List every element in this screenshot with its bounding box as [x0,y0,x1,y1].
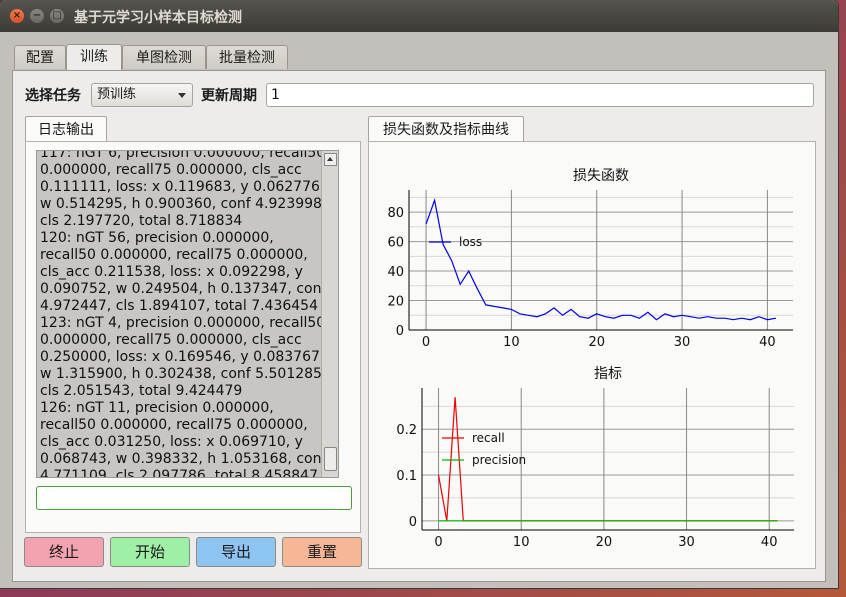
x-tick-label: 40 [759,335,776,350]
x-tick-label: 30 [678,535,695,550]
x-tick-label: 10 [503,335,520,350]
log-textarea[interactable]: 117: nGT 6, precision 0.000000, recall50… [36,150,339,478]
close-icon[interactable]: × [10,9,24,23]
tab-log-output[interactable]: 日志输出 [25,116,107,142]
task-select[interactable]: 预训练 [91,83,193,107]
y-tick-label: 80 [387,206,404,221]
y-tick-label: 60 [387,236,404,251]
task-label: 选择任务 [25,88,81,104]
period-input[interactable]: 1 [266,83,814,107]
scroll-up-icon[interactable] [324,153,337,166]
chart-title-0: 损失函数 [573,168,629,184]
chevron-down-icon [178,93,186,98]
command-input[interactable] [36,486,352,510]
x-tick-label: 20 [596,535,613,550]
x-tick-label: 20 [588,335,605,350]
y-tick-label: 0 [409,515,417,530]
series-line-loss [425,198,777,321]
tab-loss-metric-curves[interactable]: 损失函数及指标曲线 [368,116,524,142]
x-tick-label: 10 [513,535,530,550]
legend-label-loss: loss [459,235,482,249]
y-tick-label: 20 [387,295,404,310]
minimize-icon[interactable]: − [30,9,44,23]
x-tick-label: 40 [761,535,778,550]
tab-config[interactable]: 配置 [14,45,66,69]
log-scrollbar[interactable] [321,151,338,477]
maximize-icon[interactable]: □ [50,9,64,23]
start-button[interactable]: 开始 [110,537,190,567]
charts-canvas: 损失函数 0 10 20 30 40 0 20 40 60 80 loss 指标 0 10 20 30 40 0 0.… [387,168,794,550]
tab-batch-detect[interactable]: 批量检测 [206,45,288,69]
export-button[interactable]: 导出 [196,537,276,567]
y-tick-label: 0.1 [396,469,417,484]
legend-label-precision: precision [472,453,526,467]
y-tick-label: 0 [396,324,404,339]
y-tick-label: 0.2 [396,423,417,438]
main-area: 配置 训练 单图检测 批量检测 选择任务 预训练 更新周期 1 日志输出 117… [0,32,838,588]
reset-button[interactable]: 重置 [282,537,362,567]
title-bar: × − □ 基于元学习小样本目标检测 [0,0,838,32]
scroll-thumb[interactable] [324,447,337,471]
chart-panel: 损失函数 0 10 20 30 40 0 20 40 60 80 loss 指标 0 10 20 30 40 0 0.… [368,141,816,569]
stop-button[interactable]: 终止 [24,537,104,567]
log-content: 117: nGT 6, precision 0.000000, recall50… [40,150,327,478]
period-label: 更新周期 [201,88,257,104]
x-tick-label: 0 [434,535,442,550]
log-panel: 117: nGT 6, precision 0.000000, recall50… [25,141,361,533]
y-tick-label: 40 [387,265,404,280]
tab-train[interactable]: 训练 [66,44,122,70]
legend-label-recall: recall [472,431,505,445]
tab-single-detect[interactable]: 单图检测 [122,45,206,69]
train-panel: 选择任务 预训练 更新周期 1 日志输出 117: nGT 6, precisi… [12,70,826,582]
task-select-value: 预训练 [97,87,137,102]
app-window: × − □ 基于元学习小样本目标检测 配置 训练 单图检测 批量检测 选择任务 … [0,0,838,588]
chart-title-1: 指标 [594,366,622,382]
x-tick-label: 30 [674,335,691,350]
x-tick-label: 0 [422,335,430,350]
window-title: 基于元学习小样本目标检测 [74,10,242,26]
